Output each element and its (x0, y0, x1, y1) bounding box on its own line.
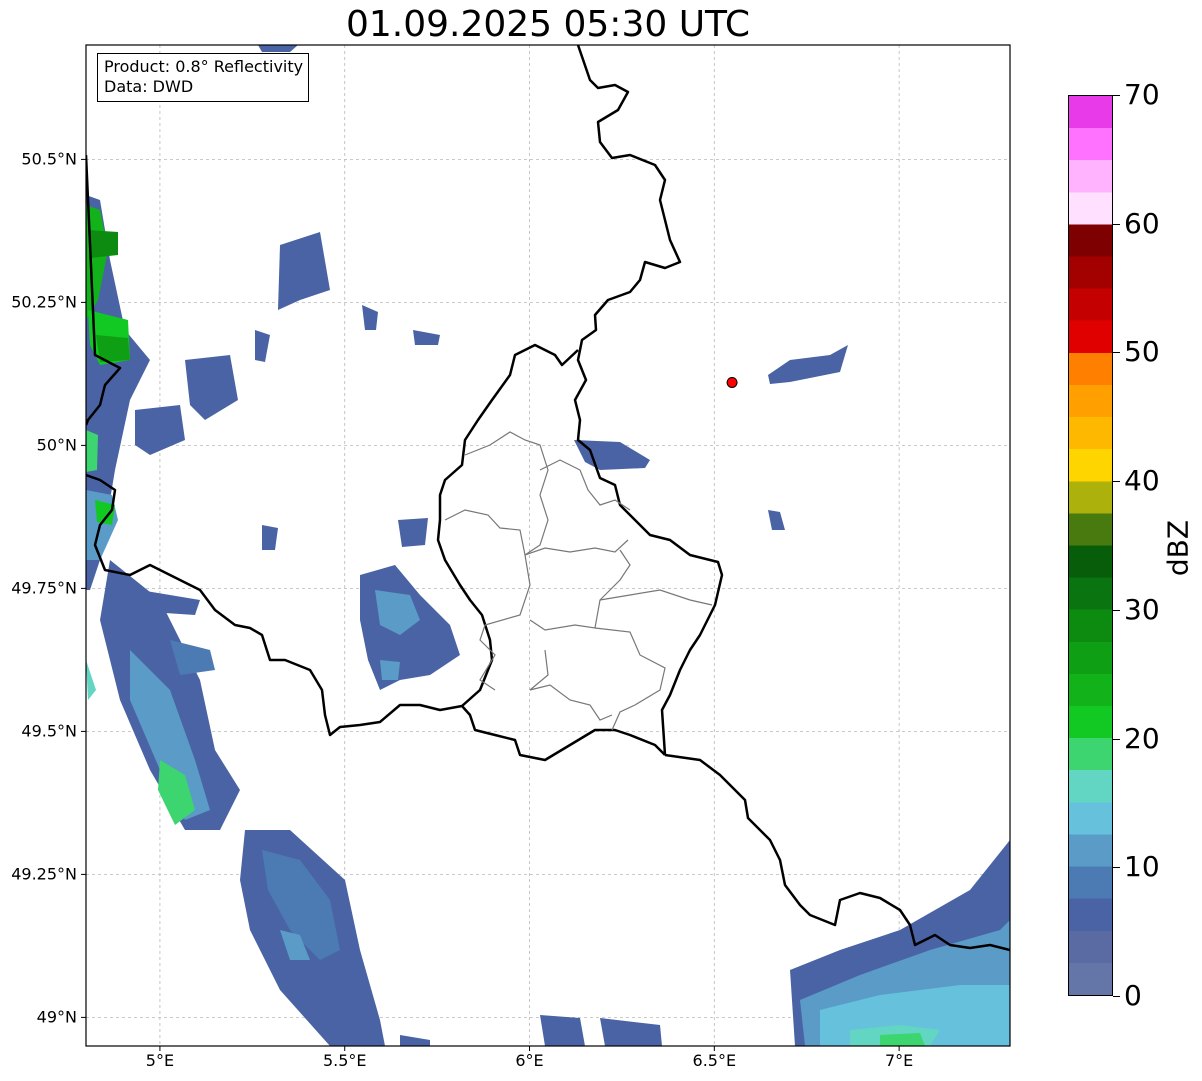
radar-site-marker (726, 376, 738, 388)
colorbar-tick-label: 10 (1124, 850, 1160, 884)
product-label: Product: 0.8° Reflectivity (104, 57, 304, 76)
colorbar-tick-mark (1113, 223, 1120, 225)
colorbar-tick-label: 70 (1124, 78, 1160, 111)
colorbar-tick-mark (1113, 95, 1120, 96)
echo-central-cluster (360, 565, 460, 690)
x-tick-label: 5.5°E (322, 1051, 367, 1070)
colorbar-tick-label: 20 (1124, 721, 1160, 755)
colorbar-tick-mark (1113, 996, 1120, 997)
colorbar-tick-label: 50 (1124, 335, 1160, 369)
colorbar-tick-label: 0 (1124, 979, 1142, 1012)
y-tick-label: 49.75°N (11, 578, 77, 598)
colorbar-unit-label: dBZ (1161, 519, 1195, 577)
echo-top-edge (258, 45, 298, 52)
colorbar-tick-label: 60 (1124, 206, 1160, 240)
colorbar-tick-label: 30 (1124, 592, 1160, 626)
colorbar-tick-mark (1113, 609, 1120, 611)
y-tick-label: 49°N (36, 1007, 77, 1027)
radar-map (81, 44, 1011, 1051)
echo-west-band (86, 195, 150, 590)
y-tick-label: 50°N (36, 435, 77, 455)
y-tick-label: 50.5°N (21, 149, 77, 169)
data-source-label: Data: DWD (104, 77, 194, 96)
y-tick-label: 49.25°N (11, 864, 77, 884)
colorbar-tick-mark (1113, 867, 1120, 869)
echo-small-cells (135, 232, 848, 615)
y-tick-label: 50.25°N (11, 292, 77, 312)
x-tick-label: 6°E (515, 1051, 544, 1070)
info-box: Product: 0.8° Reflectivity Data: DWD (97, 53, 310, 102)
echo-southeast-blob (790, 840, 1010, 1046)
colorbar-tick-mark (1113, 738, 1120, 740)
echo-south-blob (240, 830, 662, 1046)
colorbar (1068, 95, 1113, 996)
colorbar-tick-mark (1113, 481, 1120, 483)
x-tick-label: 6.5°E (692, 1051, 737, 1070)
x-tick-label: 7°E (884, 1051, 914, 1070)
colorbar-tick-label: 40 (1124, 464, 1160, 498)
x-tick-label: 5°E (145, 1051, 175, 1070)
colorbar-tick-mark (1113, 352, 1120, 354)
y-tick-label: 49.5°N (21, 721, 77, 741)
province-borders (444, 431, 713, 731)
